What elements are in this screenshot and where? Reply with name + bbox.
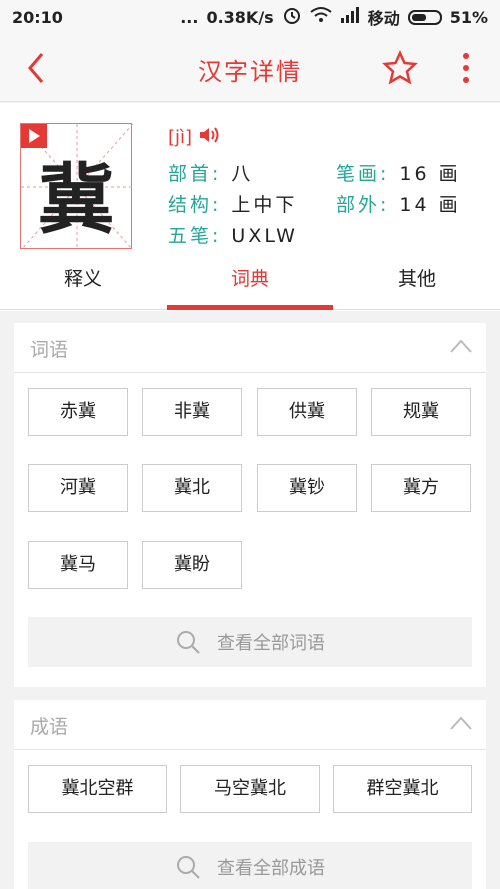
- battery-icon: [407, 9, 442, 25]
- tab-dictionary[interactable]: 词典: [167, 252, 333, 310]
- strokes-row: 笔画: 16 画: [336, 159, 461, 186]
- active-tab-indicator: [167, 305, 333, 310]
- word-chip[interactable]: 供冀: [257, 388, 357, 436]
- word-chip[interactable]: 非冀: [142, 388, 242, 436]
- outer-strokes-value: 14 画: [399, 194, 461, 216]
- speaker-icon: [200, 127, 219, 143]
- alarm-icon: [282, 5, 302, 29]
- search-icon: [177, 631, 200, 654]
- wubi-label: 五笔:: [168, 225, 222, 247]
- radical-label: 部首:: [168, 163, 222, 185]
- outer-strokes-label: 部外:: [336, 194, 390, 216]
- idioms-title: 成语: [30, 716, 69, 738]
- idiom-chip[interactable]: 马空冀北: [180, 765, 320, 813]
- speaker-button[interactable]: [198, 125, 222, 150]
- pinyin-text: [jì]: [168, 127, 193, 148]
- more-button[interactable]: [452, 48, 480, 88]
- page-title: 汉字详情: [198, 58, 302, 86]
- strokes-value: 16 画: [399, 163, 461, 185]
- idiom-chip[interactable]: 群空冀北: [333, 765, 472, 813]
- more-vertical-icon: [463, 53, 469, 83]
- word-chip[interactable]: 冀北: [142, 464, 242, 512]
- network-speed: 0.38K/s: [206, 7, 274, 27]
- outer-strokes-row: 部外: 14 画: [336, 190, 461, 217]
- view-all-idioms-button[interactable]: 查看全部成语: [28, 842, 472, 889]
- battery-percent: 51%: [449, 7, 488, 27]
- chevron-up-icon: [450, 716, 472, 730]
- view-all-idioms-label: 查看全部成语: [217, 858, 325, 879]
- word-chip[interactable]: 冀马: [28, 541, 128, 589]
- tab-other[interactable]: 其他: [334, 252, 500, 310]
- favorite-button[interactable]: [380, 48, 420, 88]
- view-all-words-button[interactable]: 查看全部词语: [28, 617, 472, 667]
- idioms-card: 成语 冀北空群 马空冀北 群空冀北 查看全部成语: [14, 700, 486, 889]
- word-chip[interactable]: 赤冀: [28, 388, 128, 436]
- words-header[interactable]: 词语: [14, 323, 486, 373]
- structure-label: 结构:: [168, 194, 222, 216]
- words-card: 词语 赤冀 非冀 供冀 规冀 河冀 冀北 冀钞 冀方 冀马 冀盼 查看全部词语: [14, 323, 486, 687]
- word-chip[interactable]: 规冀: [371, 388, 471, 436]
- character-writing-box[interactable]: 冀: [20, 123, 133, 250]
- wifi-icon: [310, 6, 332, 28]
- words-title: 词语: [30, 339, 69, 361]
- play-stroke-button[interactable]: [21, 124, 47, 148]
- status-time: 20:10: [12, 7, 63, 27]
- idioms-header[interactable]: 成语: [14, 700, 486, 750]
- play-icon: [29, 129, 40, 143]
- star-icon: [382, 49, 418, 85]
- status-dots: ...: [180, 7, 199, 27]
- word-chip[interactable]: 冀钞: [257, 464, 357, 512]
- tab-definition[interactable]: 释义: [0, 252, 166, 310]
- tab-bar: 释义 词典 其他: [0, 252, 500, 310]
- wubi-row: 五笔: UXLW: [168, 221, 298, 248]
- pinyin-row: [jì]: [168, 125, 222, 150]
- signal-icon: [340, 7, 360, 27]
- structure-row: 结构: 上中下: [168, 190, 297, 217]
- strokes-label: 笔画:: [336, 163, 390, 185]
- idiom-chip[interactable]: 冀北空群: [28, 765, 167, 813]
- word-chip[interactable]: 河冀: [28, 464, 128, 512]
- character-glyph: 冀: [38, 155, 114, 244]
- app-bar: 汉字详情: [0, 34, 500, 102]
- radical-row: 部首: 八: [168, 159, 253, 186]
- chevron-up-icon: [450, 339, 472, 353]
- word-chip[interactable]: 冀方: [371, 464, 471, 512]
- wubi-value: UXLW: [231, 225, 298, 247]
- carrier-label: 移动: [367, 9, 400, 28]
- word-chip[interactable]: 冀盼: [142, 541, 242, 589]
- view-all-words-label: 查看全部词语: [217, 633, 325, 654]
- status-bar: 20:10 ... 0.38K/s 移动 51%: [0, 0, 500, 34]
- structure-value: 上中下: [231, 194, 298, 216]
- radical-value: 八: [231, 163, 254, 185]
- search-icon: [177, 856, 200, 879]
